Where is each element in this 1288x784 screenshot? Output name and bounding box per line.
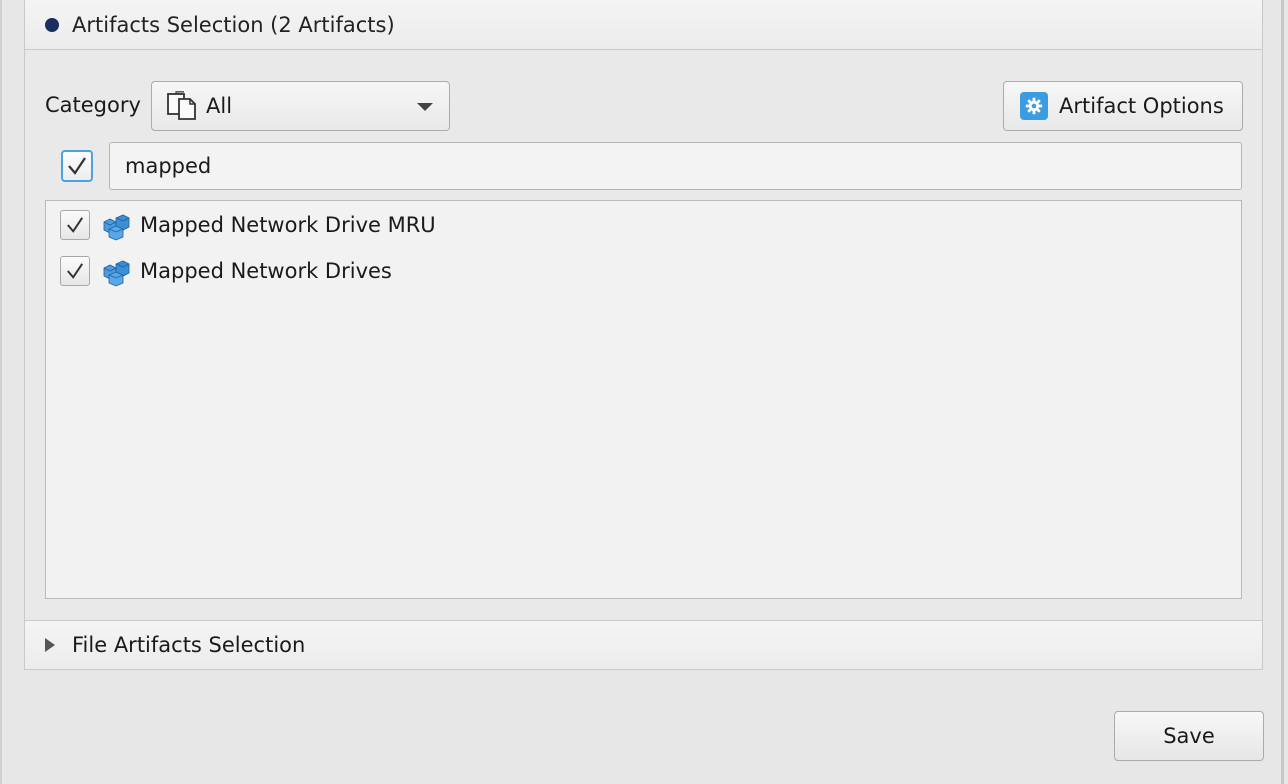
registry-cubes-icon (103, 214, 130, 241)
artifact-search-input[interactable] (109, 142, 1242, 190)
artifacts-selection-header[interactable]: Artifacts Selection (2 Artifacts) (24, 0, 1263, 50)
artifact-options-button[interactable]: Artifact Options (1003, 81, 1243, 131)
list-item[interactable]: Mapped Network Drive MRU (60, 207, 436, 243)
artifacts-selection-title: Artifacts Selection (2 Artifacts) (72, 12, 395, 37)
item-checkbox[interactable] (60, 256, 90, 286)
file-artifacts-selection-title: File Artifacts Selection (72, 633, 306, 657)
category-dropdown[interactable]: All (151, 81, 450, 131)
gear-icon (1020, 92, 1048, 120)
category-label: Category (45, 93, 141, 117)
bullet-icon (45, 17, 59, 32)
item-checkbox[interactable] (60, 210, 90, 240)
save-button[interactable]: Save (1114, 711, 1264, 761)
artifact-list: Mapped Network Drive MRU Mapped Network … (45, 200, 1242, 599)
checkmark-icon (68, 157, 86, 175)
chevron-right-icon (45, 638, 55, 652)
checkmark-icon (67, 217, 84, 233)
artifact-options-label: Artifact Options (1059, 94, 1224, 118)
item-label: Mapped Network Drive MRU (140, 213, 436, 237)
select-all-checkbox[interactable] (61, 150, 93, 182)
file-artifacts-selection-header[interactable]: File Artifacts Selection (24, 620, 1263, 670)
artifacts-selection-body: Category All Artifact Options mapped Map… (24, 50, 1263, 620)
documents-icon (167, 91, 196, 120)
chevron-down-icon (417, 103, 433, 111)
category-value: All (206, 94, 233, 118)
checkmark-icon (67, 263, 84, 279)
item-label: Mapped Network Drives (140, 259, 392, 283)
registry-cubes-icon (103, 260, 130, 287)
list-item[interactable]: Mapped Network Drives (60, 253, 392, 289)
